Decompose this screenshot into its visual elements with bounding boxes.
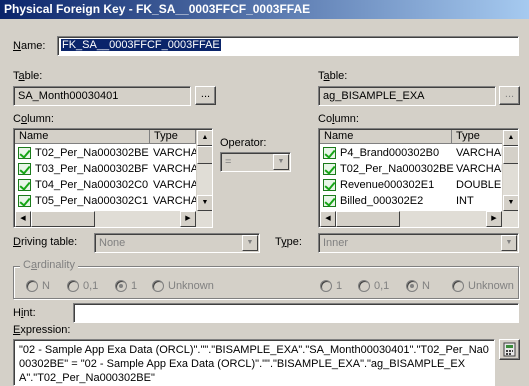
name-field[interactable]: FK_SA__0003FFCF_0003FFAE xyxy=(57,36,519,56)
list-item[interactable]: T04_Per_Na000302C0 VARCHAR xyxy=(15,177,206,193)
checkbox-icon[interactable] xyxy=(323,163,336,175)
driving-table-label: Driving table: xyxy=(13,236,78,248)
checkbox-icon[interactable] xyxy=(323,195,336,207)
left-column-list[interactable]: Name Type T02_Per_Na000302BE VARCHAR T03_… xyxy=(13,128,213,228)
cardinality-label: Cardinality xyxy=(20,259,78,272)
left-header-name[interactable]: Name xyxy=(15,130,150,144)
list-item[interactable]: T02_Per_Na000302BE VARCHAR xyxy=(15,145,206,161)
list-item[interactable]: T03_Per_Na000302BF VARCHAR xyxy=(15,161,206,177)
radio-left-unknown-label: Unknown xyxy=(168,280,214,292)
scroll-thumb[interactable] xyxy=(197,146,212,164)
list-item[interactable]: T02_Per_Na000302BE VARCHAR xyxy=(320,161,509,177)
left-table-browse-button[interactable]: ... xyxy=(195,86,216,105)
expression-label: Expression: xyxy=(13,324,71,336)
list-item[interactable]: T05_Per_Na000302C1 VARCHAR xyxy=(15,193,206,209)
radio-right-n[interactable] xyxy=(406,280,418,292)
expression-builder-button[interactable] xyxy=(499,339,520,360)
checkbox-icon[interactable] xyxy=(323,179,336,191)
right-table-browse-button[interactable]: ... xyxy=(499,86,520,105)
left-vertical-scrollbar[interactable]: ▲ ▼ xyxy=(196,130,212,211)
right-table-label: Table: xyxy=(318,70,348,82)
checkbox-icon[interactable] xyxy=(18,147,31,159)
radio-left-01[interactable] xyxy=(67,280,79,292)
checkbox-icon[interactable] xyxy=(18,163,31,175)
radio-right-unknown[interactable] xyxy=(452,280,464,292)
radio-left-1[interactable] xyxy=(115,280,127,292)
operator-select: = ▼ xyxy=(220,152,291,172)
radio-left-1-label: 1 xyxy=(131,280,138,292)
right-header-name[interactable]: Name xyxy=(320,130,452,144)
driving-table-value: None xyxy=(99,237,126,249)
left-horizontal-scrollbar[interactable]: ◀ ▶ xyxy=(15,211,212,227)
radio-right-01[interactable] xyxy=(358,280,370,292)
list-item[interactable]: Billed_000302E2 INT xyxy=(320,193,502,209)
radio-right-01-label: 0,1 xyxy=(374,280,390,292)
chevron-down-icon: ▼ xyxy=(273,154,289,170)
radio-right-1[interactable] xyxy=(320,280,332,292)
list-item[interactable]: Revenue000302E1 DOUBLE xyxy=(320,177,502,193)
left-table-field: SA_Month00030401 xyxy=(13,86,191,106)
chevron-down-icon: ▼ xyxy=(501,235,517,251)
scroll-left-icon[interactable]: ◀ xyxy=(15,211,31,227)
scroll-thumb[interactable] xyxy=(503,146,518,164)
scroll-thumb[interactable] xyxy=(336,211,400,227)
chevron-down-icon: ▼ xyxy=(242,235,258,251)
radio-right-unknown-label: Unknown xyxy=(468,280,514,292)
scroll-up-icon[interactable]: ▲ xyxy=(197,130,212,146)
right-rows: P4_Brand000302B0 VARCHAR T02_Per_Na000302… xyxy=(320,145,509,209)
checkbox-icon[interactable] xyxy=(323,147,336,159)
driving-table-select: None ▼ xyxy=(94,233,260,253)
calculator-icon xyxy=(503,342,516,357)
left-rows: T02_Per_Na000302BE VARCHAR T03_Per_Na0003… xyxy=(15,145,206,209)
type-select: Inner ▼ xyxy=(318,233,519,253)
radio-left-n-label: N xyxy=(42,280,50,292)
operator-value: = xyxy=(225,156,232,168)
radio-right-n-label: N xyxy=(422,280,430,292)
scroll-thumb[interactable] xyxy=(31,211,95,227)
hint-field[interactable] xyxy=(73,303,519,323)
scroll-up-icon[interactable]: ▲ xyxy=(503,130,518,146)
radio-left-n[interactable] xyxy=(26,280,38,292)
right-horizontal-scrollbar[interactable]: ◀ ▶ xyxy=(320,211,518,227)
scroll-right-icon[interactable]: ▶ xyxy=(180,211,196,227)
radio-right-1-label: 1 xyxy=(336,280,343,292)
type-label: Type: xyxy=(275,236,302,248)
scroll-left-icon[interactable]: ◀ xyxy=(320,211,336,227)
scroll-down-icon[interactable]: ▼ xyxy=(197,195,212,211)
window-title: Physical Foreign Key - FK_SA__0003FFCF_0… xyxy=(0,0,529,19)
list-item[interactable]: P4_Brand000302B0 VARCHAR xyxy=(320,145,509,161)
name-label: Name: xyxy=(13,40,46,52)
right-header-type[interactable]: Type xyxy=(452,130,503,144)
radio-left-01-label: 0,1 xyxy=(83,280,99,292)
type-value: Inner xyxy=(323,237,349,249)
hint-label: Hint: xyxy=(13,307,36,319)
checkbox-icon[interactable] xyxy=(18,195,31,207)
scroll-down-icon[interactable]: ▼ xyxy=(503,195,518,211)
scroll-right-icon[interactable]: ▶ xyxy=(486,211,502,227)
left-column-label: Column: xyxy=(13,113,54,125)
right-column-label: Column: xyxy=(318,113,359,125)
checkbox-icon[interactable] xyxy=(18,179,31,191)
name-value: FK_SA__0003FFCF_0003FFAE xyxy=(61,39,221,51)
right-column-list[interactable]: Name Type P4_Brand000302B0 VARCHAR T02_Pe… xyxy=(318,128,519,228)
radio-left-unknown[interactable] xyxy=(152,280,164,292)
operator-label: Operator: xyxy=(220,137,267,149)
left-table-label: Table: xyxy=(13,70,43,82)
right-table-field: ag_BISAMPLE_EXA xyxy=(318,86,496,106)
right-vertical-scrollbar[interactable]: ▲ ▼ xyxy=(502,130,518,211)
expression-field[interactable]: "02 - Sample App Exa Data (ORCL)".""."BI… xyxy=(13,339,495,386)
left-header-type[interactable]: Type xyxy=(150,130,196,144)
